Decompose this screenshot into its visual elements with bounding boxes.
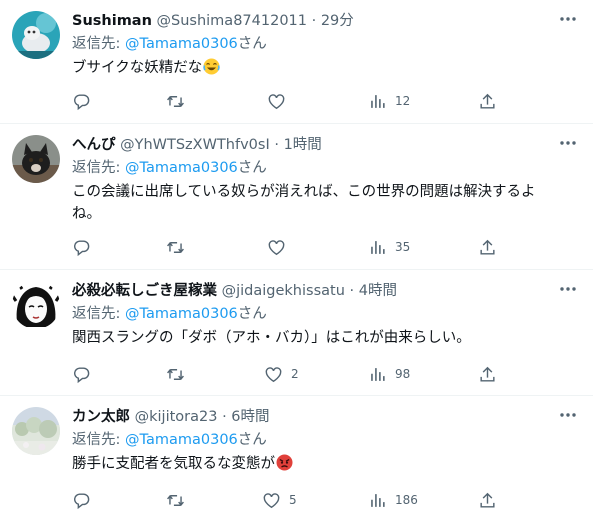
display-name[interactable]: Sushiman [72,13,152,29]
separator-dot: · [274,137,279,153]
timestamp[interactable]: 29分 [321,13,354,29]
mention-link[interactable]: @Tamama0306 [125,432,238,448]
tweet-actions: 35 [0,237,593,257]
more-options-icon[interactable] [557,279,579,299]
like-count: 2 [291,367,299,381]
display-name[interactable]: へんぴ [72,137,116,153]
more-options-icon[interactable] [557,133,579,153]
tweet-text: 関西スラングの「ダボ（アホ・バカ）」はこれが由来らしい。 [72,327,572,349]
tweet[interactable]: 必殺必転しごき屋稼業 @jidaigekhissatu · 4時間 返信先: @… [0,270,593,396]
views-count: 12 [395,94,411,108]
tweet-text-content: 関西スラングの「ダボ（アホ・バカ）」はこれが由来らしい。 [72,330,471,346]
mention-link[interactable]: @Tamama0306 [125,160,238,176]
user-handle[interactable]: @Sushima87412011 [157,13,307,29]
replying-to-suffix: さん [237,160,267,176]
replying-to: 返信先: @Tamama0306さん [72,34,267,54]
tweet[interactable]: Sushiman @Sushima87412011 · 29分 返信先: @Ta… [0,0,593,124]
tweet-text-line: この会議に出席している奴らが消えれば、この世界の問題は解決するよ [72,184,536,200]
timestamp[interactable]: 1時間 [284,137,322,153]
mention-link[interactable]: @Tamama0306 [125,306,238,322]
display-name[interactable]: 必殺必転しごき屋稼業 [72,283,217,299]
separator-dot: · [311,13,317,29]
avatar[interactable] [12,281,60,329]
views-count: 35 [395,240,411,254]
timestamp[interactable]: 4時間 [359,283,397,299]
replying-to: 返信先: @Tamama0306さん [72,430,267,450]
tweet-text-content: 勝手に支配者を気取るな変態が [72,456,275,472]
separator-dot: · [349,283,355,299]
replying-to: 返信先: @Tamama0306さん [72,158,267,178]
tweet-text-content: ブサイクな妖精だな [72,60,203,76]
timestamp[interactable]: 6時間 [231,409,269,425]
replying-to-prefix: 返信先: [72,160,125,176]
replying-to: 返信先: @Tamama0306さん [72,304,267,324]
reply-feed: Sushiman @Sushima87412011 · 29分 返信先: @Ta… [0,0,593,517]
tweet-text-line: ね。 [72,206,101,222]
avatar[interactable] [12,407,60,455]
replying-to-prefix: 返信先: [72,432,125,448]
tweet-header: 必殺必転しごき屋稼業 @jidaigekhissatu · 4時間 [72,281,397,301]
user-handle[interactable]: @jidaigekhissatu [222,283,345,299]
replying-to-prefix: 返信先: [72,306,125,322]
tweet-text: この会議に出席している奴らが消えれば、この世界の問題は解決するよ ね。 [72,181,572,225]
replying-to-prefix: 返信先: [72,36,125,52]
separator-dot: · [222,409,227,425]
replying-to-suffix: さん [237,432,267,448]
more-options-icon[interactable] [557,405,579,425]
avatar[interactable] [12,135,60,183]
tweet-text: 勝手に支配者を気取るな変態が [72,453,572,475]
face-with-tears-of-joy-icon [203,58,220,75]
mention-link[interactable]: @Tamama0306 [125,36,238,52]
display-name[interactable]: カン太郎 [72,409,130,425]
tweet-header: カン太郎 @kijitora23 · 6時間 [72,407,270,427]
views-count: 98 [395,367,411,381]
angry-face-icon [276,454,293,471]
tweet-header: へんぴ @YhWTSzXWThfv0sI · 1時間 [72,135,322,155]
replying-to-suffix: さん [237,36,267,52]
tweet-header: Sushiman @Sushima87412011 · 29分 [72,11,354,31]
like-count: 5 [289,493,297,507]
replying-to-suffix: さん [237,306,267,322]
tweet-actions: 12 [0,91,593,111]
tweet[interactable]: カン太郎 @kijitora23 · 6時間 返信先: @Tamama0306さ… [0,396,593,517]
tweet-actions: 5 186 [0,490,593,510]
more-options-icon[interactable] [557,9,579,29]
tweet[interactable]: へんぴ @YhWTSzXWThfv0sI · 1時間 返信先: @Tamama0… [0,124,593,270]
views-count: 186 [395,493,418,507]
tweet-text: ブサイクな妖精だな [72,57,572,79]
tweet-actions: 2 98 [0,364,593,384]
user-handle[interactable]: @YhWTSzXWThfv0sI [120,137,270,153]
avatar[interactable] [12,11,60,59]
user-handle[interactable]: @kijitora23 [135,409,218,425]
